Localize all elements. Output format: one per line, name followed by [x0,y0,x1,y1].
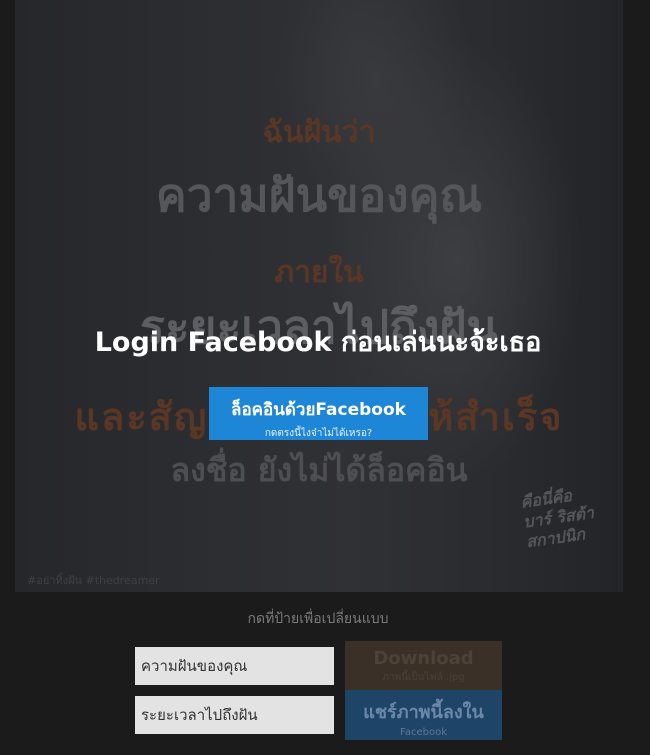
download-sublabel: ภาพนี้เป็นไฟล์ .jpg [382,672,465,683]
share-label: แชร์ภาพนี้ลงใน [363,702,484,723]
poster-line-dream: ความฝันของคุณ [155,168,483,222]
login-prompt-title: Login Facebook ก่อนเล่นนะจ้ะเธอ [94,327,542,358]
facebook-login-button[interactable]: ล็อคอินด้วยFacebook กดตรงนี้ไงจ๋าไม่ได้เ… [209,387,428,440]
dream-input[interactable] [135,647,334,685]
facebook-login-sublabel: กดตรงนี้ไงจ๋าไม่ได้เหรอ? [264,428,373,439]
download-button[interactable]: Download ภาพนี้เป็นไฟล์ .jpg [345,641,502,690]
poster-hashtags: #อย่าทิ้งฝัน #thedreamer [27,574,160,587]
dream-poster[interactable]: ฉันฝันว่า ความฝันของคุณ ภายใน ระยะเวลาไป… [15,0,623,592]
duration-input[interactable] [135,696,334,734]
poster-line-signed: ลงชื่อ ยังไม่ได้ล็อคอิน [170,451,468,489]
poster-line-within: ภายใน [274,255,364,290]
poster-line-i-dream: ฉันฝันว่า [262,115,376,150]
share-sublabel: Facebook [400,727,447,738]
download-label: Download [373,648,474,669]
change-style-hint: กดที่ป้ายเพื่อเปลี่ยนแบบ [247,611,389,627]
facebook-login-label: ล็อคอินด้วยFacebook [231,400,406,420]
share-facebook-button[interactable]: แชร์ภาพนี้ลงใน Facebook [345,690,502,740]
